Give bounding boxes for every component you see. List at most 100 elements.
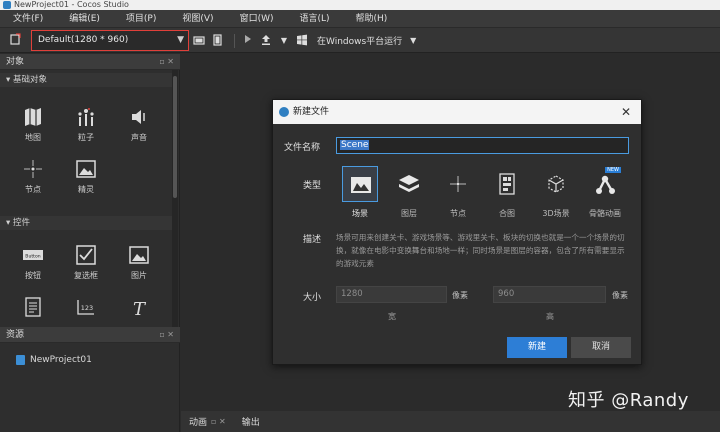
cocos-app-icon (3, 1, 11, 9)
object-item-sprite[interactable]: 精灵 (66, 158, 106, 195)
menu-help[interactable]: 帮助(H) (343, 10, 401, 28)
file-name-label: 文件名称 (284, 143, 321, 153)
checkbox-icon (76, 245, 96, 265)
speaker-icon (132, 110, 145, 124)
object-panel-header: 对象 ▫ ✕ (0, 54, 180, 70)
skeleton-bone-icon: NEW (587, 166, 623, 202)
type-label-text: 场景 (352, 209, 368, 218)
create-button[interactable]: 新建 (507, 337, 567, 358)
basic-objects-section[interactable]: ▾ 基础对象 (0, 73, 172, 87)
run-platform-button[interactable]: 在Windows平台运行 (313, 34, 406, 47)
window-titlebar: NewProject01 - Cocos Studio (0, 0, 720, 10)
resolution-dropdown[interactable]: Default(1280 * 960) ▼ (31, 30, 189, 51)
window-title: NewProject01 - Cocos Studio (14, 0, 129, 9)
play-icon[interactable] (241, 34, 255, 48)
object-item-particle[interactable]: 粒子 (66, 106, 106, 143)
sprite-image-icon (76, 160, 96, 178)
layer-stack-icon (391, 166, 427, 202)
text-field-icon: 123 (77, 300, 94, 315)
panel-controls-icon[interactable]: ▫ ✕ (159, 327, 174, 343)
object-item-checkbox[interactable]: 复选框 (66, 244, 106, 281)
file-name-value: Scene (340, 140, 370, 150)
object-item-textfield[interactable]: 123 (66, 296, 106, 318)
object-item-image[interactable]: 图片 (119, 244, 159, 281)
menu-bar: 文件(F) 编辑(E) 项目(P) 视图(V) 窗口(W) 语言(L) 帮助(H… (0, 10, 720, 28)
assets-panel-title: 资源 (6, 330, 25, 340)
chevron-down-icon[interactable]: ▼ (277, 34, 291, 48)
chevron-down-icon[interactable]: ▼ (406, 34, 420, 48)
cocos-app-icon (279, 107, 289, 117)
object-panel-scrollbar[interactable] (172, 70, 178, 328)
menu-edit[interactable]: 编辑(E) (56, 10, 113, 28)
menu-file[interactable]: 文件(F) (0, 10, 56, 28)
svg-text:123: 123 (81, 304, 93, 312)
portrait-icon[interactable] (210, 33, 224, 48)
object-item-label: 粒子 (78, 133, 94, 142)
width-input[interactable]: 1280 (336, 286, 447, 303)
close-icon[interactable]: ✕ (621, 100, 631, 124)
watermark: 知乎 @Randy (568, 390, 689, 411)
toolbar: Default(1280 * 960) ▼ ▼ 在Windows平台运行 ▼ (0, 28, 720, 53)
type-3d-scene[interactable]: 3D场景 (533, 166, 579, 219)
asset-project-item[interactable]: NewProject01 (16, 355, 92, 365)
resolution-value: Default(1280 * 960) (38, 35, 129, 45)
node-crosshair-icon (440, 166, 476, 202)
sprite-sheet-icon (489, 166, 525, 202)
object-item-node[interactable]: 节点 (13, 158, 53, 195)
cancel-button[interactable]: 取消 (571, 337, 631, 358)
type-skeleton-animation[interactable]: NEW 骨骼动画 (582, 166, 628, 219)
assets-panel-header: 资源 ▫ ✕ (0, 327, 180, 343)
type-node[interactable]: 节点 (435, 166, 481, 219)
type-layer[interactable]: 图层 (386, 166, 432, 219)
scrollbar-thumb[interactable] (173, 76, 177, 198)
object-item-map[interactable]: 地图 (13, 106, 53, 143)
object-item-label: 按钮 (25, 271, 41, 280)
windows-logo-icon (295, 34, 309, 48)
tab-animation[interactable]: 动画 ▫ ✕ (181, 415, 234, 428)
chevron-down-icon: ▼ (177, 35, 184, 45)
object-panel: 对象 ▫ ✕ ▾ 基础对象 地图 粒子 声音 节点 精灵 ▾ 控件 Button… (0, 54, 180, 327)
node-crosshair-icon (24, 160, 42, 178)
object-item-label: 地图 (25, 133, 41, 142)
object-item-label: 节点 (25, 185, 41, 194)
type-scene[interactable]: 场景 (337, 166, 383, 219)
object-item-sound[interactable]: 声音 (119, 106, 159, 143)
type-label-text: 节点 (450, 209, 466, 218)
object-item-button[interactable]: Button 按钮 (13, 244, 53, 281)
chevron-down-icon: ▾ (6, 218, 13, 228)
height-caption: 高 (546, 312, 554, 321)
toolbar-controls: ▼ 在Windows平台运行 ▼ (192, 32, 424, 49)
description-text: 场景可用来创建关卡、游戏场景等、游戏里关卡、板块的切换也就是一个一个场景的切换，… (336, 233, 625, 268)
menu-window[interactable]: 窗口(W) (227, 10, 287, 28)
menu-view[interactable]: 视图(V) (169, 10, 226, 28)
dialog-title: 新建文件 (293, 107, 330, 117)
cube-3d-icon (538, 166, 574, 202)
publish-icon[interactable] (259, 34, 273, 48)
landscape-icon[interactable] (192, 34, 206, 48)
svg-text:Button: Button (25, 254, 40, 260)
image-icon (129, 246, 149, 264)
tab-output[interactable]: 输出 (234, 415, 268, 428)
object-item-text[interactable]: T (119, 296, 159, 318)
bottom-panel-tabs: 动画 ▫ ✕ 输出 (181, 411, 720, 432)
asset-project-name: NewProject01 (30, 355, 92, 365)
height-input[interactable]: 960 (493, 286, 606, 303)
controls-section[interactable]: ▾ 控件 (0, 216, 172, 230)
toolbar-divider (234, 33, 235, 48)
menu-project[interactable]: 项目(P) (113, 10, 169, 28)
export-icon[interactable] (8, 32, 24, 48)
map-icon (25, 108, 41, 126)
height-unit: 像素 (612, 291, 628, 300)
type-sprite-sheet[interactable]: 合图 (484, 166, 530, 219)
type-label-text: 骨骼动画 (589, 209, 621, 218)
type-label-text: 合图 (499, 209, 515, 218)
object-panel-title: 对象 (6, 57, 25, 67)
menu-language[interactable]: 语言(L) (286, 10, 342, 28)
type-label: 类型 (303, 181, 322, 191)
text-t-icon: T (133, 299, 147, 318)
object-item-textarea[interactable] (13, 296, 53, 318)
panel-controls-icon[interactable]: ▫ ✕ (211, 417, 226, 426)
file-name-input[interactable]: Scene (336, 137, 629, 154)
chevron-down-icon: ▾ (6, 75, 13, 85)
panel-controls-icon[interactable]: ▫ ✕ (159, 54, 174, 70)
